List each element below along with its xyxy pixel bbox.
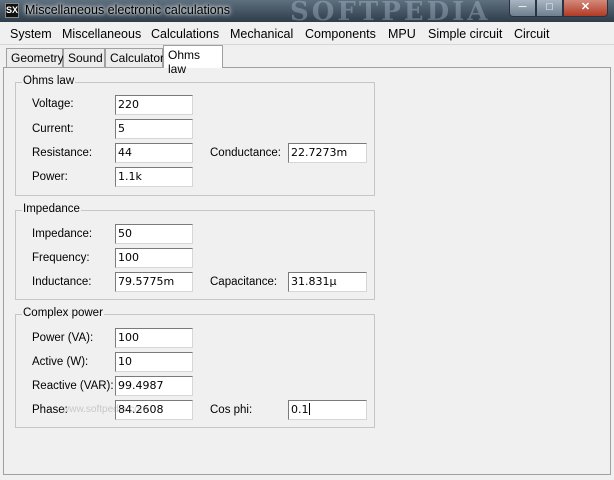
impedance-input[interactable]: 50 <box>115 224 193 244</box>
menu-components[interactable]: Components <box>305 27 376 41</box>
minimize-icon: ─ <box>518 1 527 13</box>
close-button[interactable]: ✕ <box>563 0 608 17</box>
menu-circuit[interactable]: Circuit <box>514 27 549 41</box>
conductance-input[interactable]: 22.7273m <box>288 143 367 163</box>
tab-geometry[interactable]: Geometry <box>6 48 64 67</box>
menu-bar: System Miscellaneous Calculations Mechan… <box>0 22 614 45</box>
conductance-label: Conductance: <box>210 147 281 159</box>
tab-sound[interactable]: Sound <box>63 48 105 67</box>
resistance-label: Resistance: <box>32 147 93 159</box>
group-title: Complex power <box>22 307 104 319</box>
app-icon[interactable]: SX <box>5 3 19 18</box>
cos-phi-value: 0.1 <box>291 403 309 416</box>
active-input[interactable]: 10 <box>115 352 193 372</box>
frequency-input[interactable]: 100 <box>115 248 193 268</box>
maximize-icon: □ <box>546 1 553 13</box>
current-label: Current: <box>32 123 74 135</box>
power-input[interactable]: 1.1k <box>115 167 193 187</box>
active-label: Active (W): <box>32 356 89 368</box>
title-bar[interactable]: SX Miscellaneous electronic calculations… <box>0 0 614 27</box>
close-icon: ✕ <box>580 1 591 13</box>
menu-miscellaneous[interactable]: Miscellaneous <box>62 27 141 41</box>
frequency-label: Frequency: <box>32 252 90 264</box>
current-input[interactable]: 5 <box>115 119 193 139</box>
softpedia-watermark-small: www.softpedia.com <box>62 404 149 415</box>
cos-phi-input[interactable]: 0.1 <box>288 400 367 420</box>
menu-mechanical[interactable]: Mechanical <box>230 27 293 41</box>
inductance-input[interactable]: 79.5775m <box>115 272 193 292</box>
power-va-input[interactable]: 100 <box>115 328 193 348</box>
reactive-label: Reactive (VAR): <box>32 380 114 392</box>
group-title: Ohms law <box>22 75 76 87</box>
group-title: Impedance <box>22 203 81 215</box>
minimize-button[interactable]: ─ <box>509 0 536 17</box>
capacitance-label: Capacitance: <box>210 276 278 288</box>
capacitance-input[interactable]: 31.831µ <box>288 272 367 292</box>
menu-simple-circuit[interactable]: Simple circuit <box>428 27 502 41</box>
impedance-group: Impedance Impedance: 50 Frequency: 100 I… <box>15 203 375 300</box>
text-caret <box>308 403 310 415</box>
menu-calculations[interactable]: Calculations <box>151 27 219 41</box>
power-va-label: Power (VA): <box>32 332 94 344</box>
reactive-input[interactable]: 99.4987 <box>115 376 193 396</box>
tab-calculator[interactable]: Calculator <box>105 48 164 67</box>
tab-ohms-law[interactable]: Ohms law <box>163 45 223 76</box>
menu-mpu[interactable]: MPU <box>388 27 416 41</box>
window-title: Miscellaneous electronic calculations <box>25 3 230 17</box>
tab-strip: Geometry Sound Calculator Ohms law <box>0 45 614 76</box>
ohms-law-group: Ohms law Voltage: 220 Current: 5 Resista… <box>15 75 375 196</box>
impedance-label: Impedance: <box>32 228 93 240</box>
menu-system[interactable]: System <box>10 27 52 41</box>
resistance-input[interactable]: 44 <box>115 143 193 163</box>
voltage-input[interactable]: 220 <box>115 95 193 115</box>
inductance-label: Inductance: <box>32 276 92 288</box>
maximize-button[interactable]: □ <box>536 0 563 17</box>
voltage-label: Voltage: <box>32 98 74 110</box>
power-label: Power: <box>32 171 68 183</box>
cos-phi-label: Cos phi: <box>210 404 253 416</box>
